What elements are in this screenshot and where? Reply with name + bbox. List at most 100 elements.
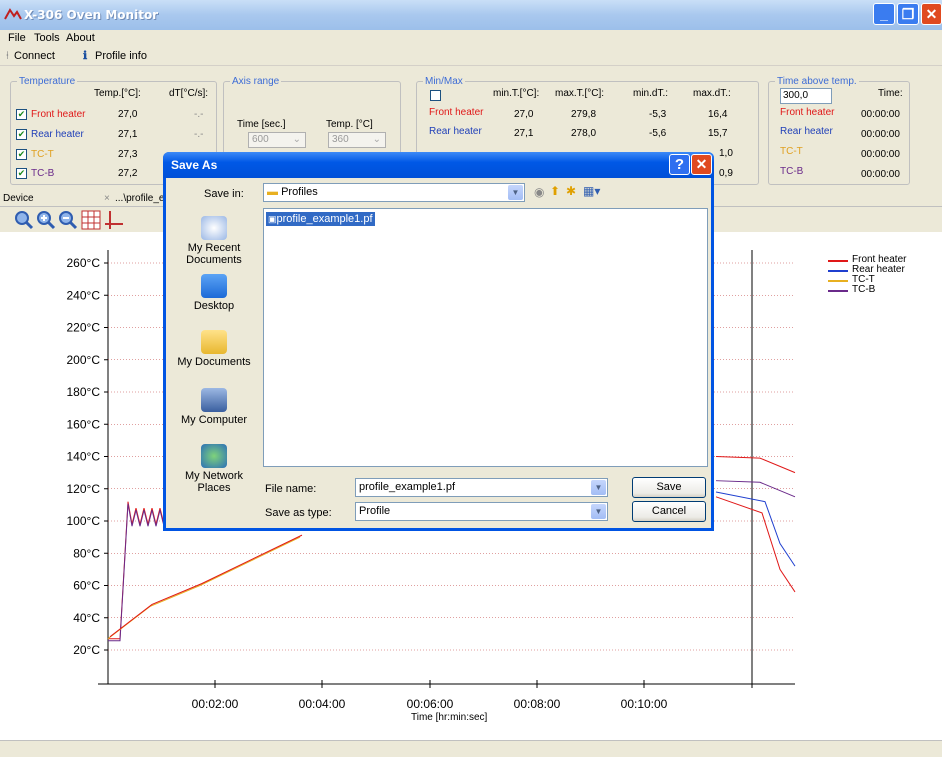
series-front-tail — [715, 456, 796, 474]
tct-label: TC-T — [31, 149, 54, 160]
legend-rear-swatch — [828, 270, 848, 272]
tct-checkbox[interactable]: ✔ — [16, 149, 27, 160]
dt-header: dT[°C/s]: — [169, 88, 209, 99]
mm-rear-min-dt: -5,6 — [649, 128, 667, 139]
dialog-close-icon[interactable]: ✕ — [691, 154, 712, 175]
mm-front-min-t: 27,0 — [514, 109, 534, 120]
time-above-group: Time above temp. 300,0 Time: Front heate… — [768, 76, 910, 185]
minmax-checkbox[interactable] — [430, 90, 441, 101]
tab-close-icon[interactable]: × — [104, 193, 110, 204]
ta-tcb-time: 00:00:00 — [861, 169, 900, 180]
views-menu-icon[interactable]: ▦▾ — [583, 184, 600, 198]
rear-heater-checkbox[interactable]: ✔ — [16, 129, 27, 140]
y-tick-label: 200°C — [67, 353, 101, 367]
time-range-select[interactable]: 600 ⌄ — [248, 132, 306, 148]
mm-front-min-dt: -5,3 — [649, 109, 667, 120]
save-type-label: Save as type: — [265, 507, 332, 519]
place-my-documents[interactable]: My Documents — [171, 330, 257, 368]
up-folder-icon[interactable]: ⬆ — [550, 184, 560, 198]
time-header: Time: — [878, 88, 903, 99]
y-tick-label: 20°C — [73, 643, 100, 657]
time-range-label: Time [sec.] — [237, 119, 286, 130]
legend-tcb-swatch — [828, 290, 848, 292]
y-tick-label: 160°C — [67, 417, 101, 431]
x-tick-label: 00:10:00 — [621, 697, 668, 711]
tcb-temp: 27,2 — [118, 168, 138, 179]
tab-profile[interactable]: ...\profile_e — [115, 193, 164, 204]
cursor-icon[interactable] — [104, 210, 124, 230]
front-heater-temp: 27,0 — [118, 109, 138, 120]
zoom-out-icon[interactable] — [58, 210, 78, 230]
file-name-input[interactable]: profile_example1.pf ▼ — [355, 478, 608, 497]
axis-range-label: Axis range — [230, 76, 282, 87]
time-above-label: Time above temp. — [775, 76, 859, 87]
profile-info-button[interactable]: Profile info — [95, 50, 147, 62]
new-folder-icon[interactable]: ✱ — [566, 184, 576, 198]
front-heater-label: Front heater — [31, 109, 86, 120]
save-type-select[interactable]: Profile ▼ — [355, 502, 608, 521]
tct-temp: 27,3 — [118, 149, 138, 160]
min-t-header: min.T.[°C]: — [493, 88, 540, 99]
chart-toolbar — [14, 210, 154, 232]
tab-device[interactable]: Device — [3, 193, 34, 204]
front-heater-checkbox[interactable]: ✔ — [16, 109, 27, 120]
y-tick-label: 40°C — [73, 611, 100, 625]
save-in-select[interactable]: ▬ Profiles ▼ — [263, 183, 525, 202]
window-titlebar: X-306 Oven Monitor _ ❐ ✕ — [0, 0, 942, 30]
ta-tcb-label: TC-B — [780, 166, 804, 177]
x-tick-label: 00:02:00 — [192, 697, 239, 711]
legend-tct-swatch — [828, 280, 848, 282]
file-icon: ▣ — [268, 214, 277, 224]
max-dt-header: max.dT.: — [693, 88, 731, 99]
zoom-fit-icon[interactable] — [14, 210, 34, 230]
statusbar — [0, 740, 942, 757]
threshold-input[interactable]: 300,0 — [780, 88, 832, 104]
y-tick-label: 180°C — [67, 385, 101, 399]
menu-tools[interactable]: Tools — [34, 32, 60, 44]
save-button[interactable]: Save — [632, 477, 706, 498]
network-places-icon — [201, 444, 227, 468]
chevron-down-icon: ▼ — [591, 480, 606, 495]
x-tick-label: 00:04:00 — [299, 697, 346, 711]
minimize-icon[interactable]: _ — [873, 3, 895, 25]
chart-legend: Front heater Rear heater TC-T TC-B — [828, 254, 918, 314]
mm-tct-max-dt: 1,0 — [719, 148, 733, 159]
grid-icon[interactable] — [81, 210, 101, 230]
tcb-checkbox[interactable]: ✔ — [16, 168, 27, 179]
minmax-label: Min/Max — [423, 76, 465, 87]
restore-icon[interactable]: ❐ — [897, 3, 919, 25]
rear-heater-dt: -.- — [194, 129, 204, 140]
close-icon[interactable]: ✕ — [921, 3, 942, 25]
back-icon[interactable]: ◉ — [534, 185, 544, 199]
y-tick-label: 140°C — [67, 450, 101, 464]
mm-rear-min-t: 27,1 — [514, 128, 534, 139]
place-network[interactable]: My Network Places — [171, 444, 257, 494]
min-dt-header: min.dT.: — [633, 88, 669, 99]
series-tct-line — [107, 536, 301, 640]
my-computer-icon — [201, 388, 227, 412]
temp-range-select[interactable]: 360 ⌄ — [328, 132, 386, 148]
connect-button[interactable]: Connect — [14, 50, 55, 62]
menu-file[interactable]: File — [8, 32, 26, 44]
plug-icon: ⍿ — [6, 50, 9, 62]
series-rear-tail — [715, 491, 796, 567]
max-t-header: max.T.[°C]: — [555, 88, 605, 99]
window-title: X-306 Oven Monitor — [24, 8, 159, 22]
file-item[interactable]: ▣profile_example1.pf — [266, 212, 375, 226]
cancel-button[interactable]: Cancel — [632, 501, 706, 522]
help-icon[interactable]: ? — [669, 154, 690, 175]
desktop-icon — [201, 274, 227, 298]
zoom-in-icon[interactable] — [36, 210, 56, 230]
file-list[interactable]: ▣profile_example1.pf — [263, 208, 708, 467]
place-desktop[interactable]: Desktop — [171, 274, 257, 312]
ta-rear-label: Rear heater — [780, 126, 833, 137]
place-recent[interactable]: My Recent Documents — [171, 216, 257, 266]
menu-about[interactable]: About — [66, 32, 95, 44]
mm-tcb-max-dt: 0,9 — [719, 168, 733, 179]
rear-heater-label: Rear heater — [31, 129, 84, 140]
ta-front-time: 00:00:00 — [861, 109, 900, 120]
mm-rear-max-dt: 15,7 — [708, 128, 728, 139]
my-documents-icon — [201, 330, 227, 354]
dialog-body: Save in: ▬ Profiles ▼ ◉ ⬆ ✱ ▦▾ My Recent… — [166, 178, 711, 528]
place-my-computer[interactable]: My Computer — [171, 388, 257, 426]
